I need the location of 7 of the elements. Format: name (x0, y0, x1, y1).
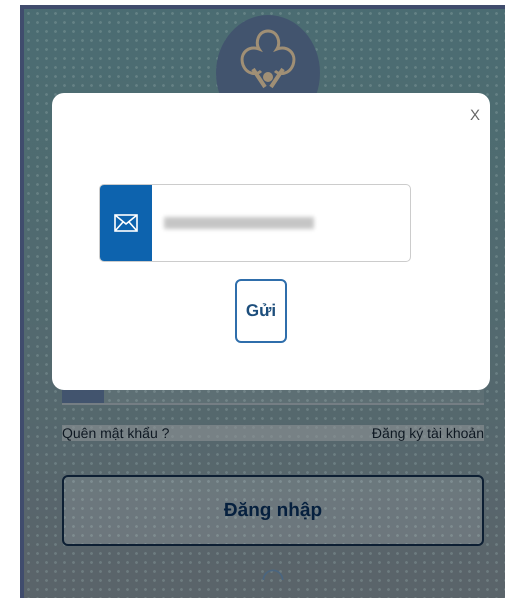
send-button[interactable]: Gửi (235, 279, 287, 343)
email-field[interactable] (99, 184, 411, 262)
envelope-icon (100, 185, 152, 261)
login-button[interactable]: Đăng nhập (62, 475, 484, 546)
close-button[interactable]: X (468, 105, 482, 126)
link[interactable]: Quên mật khẩu ? (62, 425, 170, 441)
link[interactable]: Đăng ký tài khoản (372, 425, 484, 441)
